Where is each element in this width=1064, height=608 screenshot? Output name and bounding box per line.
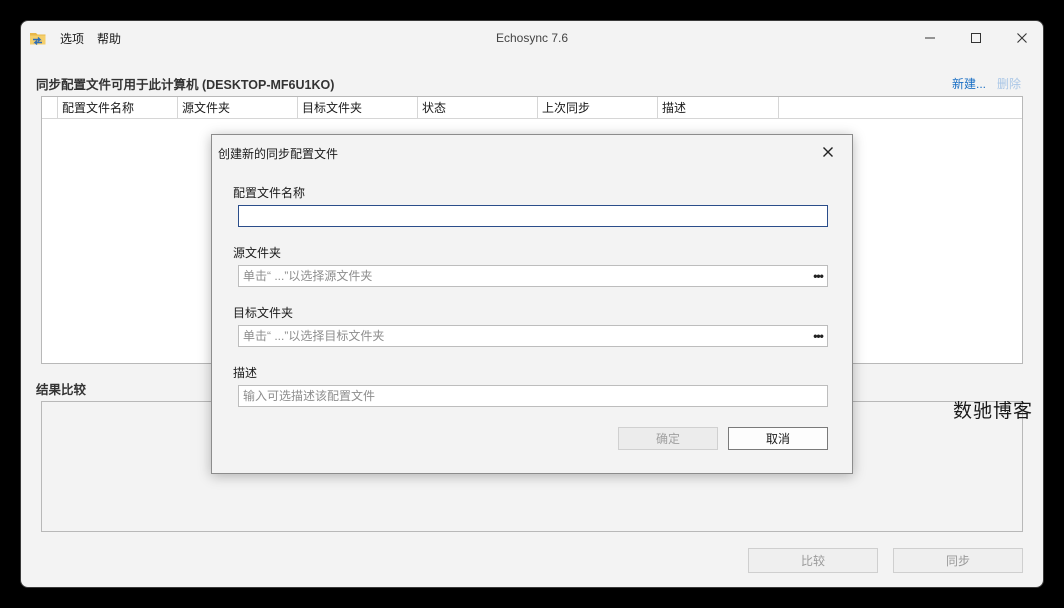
column-header-target-folder[interactable]: 目标文件夹 — [298, 97, 418, 119]
source-folder-input[interactable] — [238, 265, 828, 287]
description-input[interactable] — [238, 385, 828, 407]
dialog-close-button[interactable] — [816, 141, 840, 163]
description-label: 描述 — [233, 366, 258, 380]
target-browse-button[interactable]: ••• — [810, 327, 826, 345]
profile-name-label: 配置文件名称 — [233, 186, 306, 200]
row-selector-header — [42, 97, 58, 119]
close-window-button[interactable] — [999, 21, 1043, 55]
minimize-button[interactable] — [907, 21, 953, 55]
ok-button[interactable]: 确定 — [618, 427, 718, 450]
column-header-source-folder[interactable]: 源文件夹 — [178, 97, 298, 119]
target-folder-label: 目标文件夹 — [233, 306, 294, 320]
target-folder-input[interactable] — [238, 325, 828, 347]
close-icon — [1017, 33, 1027, 43]
dialog-title: 创建新的同步配置文件 — [218, 147, 339, 161]
compare-heading: 结果比较 — [36, 383, 87, 397]
maximize-button[interactable] — [953, 21, 999, 55]
sync-button[interactable]: 同步 — [893, 548, 1023, 573]
column-header-last-sync[interactable]: 上次同步 — [538, 97, 658, 119]
maximize-icon — [971, 33, 981, 43]
table-header: 配置文件名称 源文件夹 目标文件夹 状态 上次同步 描述 — [42, 97, 1022, 119]
title-bar: 选项 帮助 Echosync 7.6 — [21, 21, 1043, 55]
column-header-profile-name[interactable]: 配置文件名称 — [58, 97, 178, 119]
cancel-button[interactable]: 取消 — [728, 427, 828, 450]
delete-profile-link[interactable]: 删除 — [997, 75, 1021, 92]
source-browse-button[interactable]: ••• — [810, 267, 826, 285]
create-profile-dialog: 创建新的同步配置文件 配置文件名称 源文件夹 ••• 目标文件夹 ••• 描述 … — [211, 134, 853, 474]
watermark: 数驰博客 — [953, 400, 1034, 422]
column-header-description[interactable]: 描述 — [658, 97, 779, 119]
profile-name-input[interactable] — [238, 205, 828, 227]
column-header-status[interactable]: 状态 — [418, 97, 538, 119]
profiles-heading: 同步配置文件可用于此计算机 (DESKTOP-MF6U1KO) — [36, 78, 335, 92]
new-profile-link[interactable]: 新建... — [952, 75, 986, 92]
window-title: Echosync 7.6 — [495, 31, 569, 45]
minimize-icon — [925, 37, 935, 39]
compare-button[interactable]: 比较 — [748, 548, 878, 573]
close-icon — [823, 147, 833, 157]
source-folder-label: 源文件夹 — [233, 246, 282, 260]
